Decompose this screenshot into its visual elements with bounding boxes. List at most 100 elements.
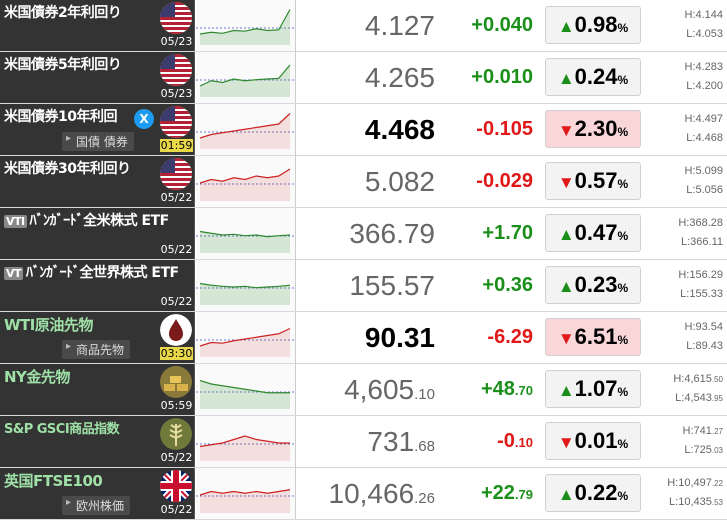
category-tag[interactable]: 欧州株価 xyxy=(62,496,131,515)
row-name[interactable]: VTI ﾊﾞﾝｶﾞｰﾄﾞ全米株式 ETF xyxy=(4,210,169,230)
sparkline-svg xyxy=(196,327,294,357)
sparkline-area xyxy=(200,113,290,149)
sparkline-area xyxy=(200,436,290,461)
up-arrow-icon: ▲ xyxy=(557,69,575,88)
percent-change: ▼0.01% xyxy=(545,422,641,460)
low-value: L:366.11 xyxy=(680,236,723,248)
change: -6.29 xyxy=(487,326,533,348)
table-row[interactable]: 米国債券2年利回り 05/23 4.127 +0.040 ▲0.98% H:4.… xyxy=(0,0,727,52)
market-table: 米国債券2年利回り 05/23 4.127 +0.040 ▲0.98% H:4.… xyxy=(0,0,727,520)
row-name[interactable]: 米国債券2年利回り xyxy=(4,2,122,22)
sparkline-chart[interactable] xyxy=(196,260,296,311)
price: 4,605.10 xyxy=(344,374,435,405)
name-cell[interactable]: VT ﾊﾞﾝｶﾞｰﾄﾞ全世界株式 ETF 05/22 xyxy=(0,260,195,311)
table-row[interactable]: VTI ﾊﾞﾝｶﾞｰﾄﾞ全米株式 ETF 05/22 366.79 +1.70 ▲… xyxy=(0,208,727,260)
change: +22.79 xyxy=(480,482,533,504)
low-value: L:155.33 xyxy=(680,288,723,300)
sparkline-svg xyxy=(196,9,294,45)
etf-badge: VT xyxy=(4,267,24,280)
sparkline-chart[interactable] xyxy=(196,416,296,467)
sparkline-svg xyxy=(196,113,294,149)
uk-flag-icon xyxy=(160,470,192,502)
low-value: L:4,543.95 xyxy=(675,392,723,404)
row-name[interactable]: 米国債券30年利回り xyxy=(4,158,131,178)
gold-bars-icon xyxy=(160,366,192,398)
high-low: H:4,615.50 L:4,543.95 xyxy=(646,370,723,408)
row-name[interactable]: 米国債券10年利回 xyxy=(4,106,117,126)
update-time: 05:59 xyxy=(160,399,193,412)
table-row[interactable]: WTI原油先物 商品先物 03:30 90.31 -6.29 ▼6.51% H:… xyxy=(0,312,727,364)
low-value: L:4.053 xyxy=(686,28,723,40)
name-cell[interactable]: 米国債券2年利回り 05/23 xyxy=(0,0,195,51)
name-cell[interactable]: VTI ﾊﾞﾝｶﾞｰﾄﾞ全米株式 ETF 05/22 xyxy=(0,208,195,259)
change: -0.029 xyxy=(476,170,533,192)
up-arrow-icon: ▲ xyxy=(557,485,575,504)
name-cell[interactable]: NY金先物 05:59 xyxy=(0,364,195,415)
price: 4.127 xyxy=(364,10,435,41)
sparkline-svg xyxy=(196,489,294,513)
update-time: 05/22 xyxy=(160,451,193,464)
row-name[interactable]: NY金先物 xyxy=(4,366,70,387)
twitter-icon[interactable]: X xyxy=(134,109,154,129)
up-arrow-icon: ▲ xyxy=(557,225,575,244)
sparkline-chart[interactable] xyxy=(196,208,296,259)
change: +1.70 xyxy=(482,222,533,244)
sparkline-chart[interactable] xyxy=(196,52,296,103)
table-row[interactable]: NY金先物 05:59 4,605.10 +48.70 ▲1.07% H:4,6… xyxy=(0,364,727,416)
sparkline-chart[interactable] xyxy=(196,156,296,207)
category-tag[interactable]: 国債 債券 xyxy=(62,132,134,151)
row-name[interactable]: 米国債券5年利回り xyxy=(4,54,122,74)
price: 10,466.26 xyxy=(328,478,436,509)
name-cell[interactable]: 米国債券10年利回 国債 債券 01:59 xyxy=(0,104,195,155)
us-flag-icon xyxy=(160,54,192,86)
change: -0.10 xyxy=(497,430,533,452)
table-row[interactable]: 米国債券5年利回り 05/23 4.265 +0.010 ▲0.24% H:4.… xyxy=(0,52,727,104)
high-value: H:4.283 xyxy=(684,61,723,73)
sparkline-chart[interactable] xyxy=(196,104,296,155)
high-low: H:93.54 L:89.43 xyxy=(646,318,723,356)
table-row[interactable]: 英国FTSE100 欧州株価 05/22 10,466.26 +22.79 ▲0… xyxy=(0,468,727,520)
down-arrow-icon: ▼ xyxy=(557,329,575,348)
update-time: 05/23 xyxy=(160,35,193,48)
row-name[interactable]: VT ﾊﾞﾝｶﾞｰﾄﾞ全世界株式 ETF xyxy=(4,262,179,282)
table-row[interactable]: S&P GSCI商品指数 05/22 731.68 -0.10 ▼0.01% H… xyxy=(0,416,727,468)
category-tag[interactable]: 商品先物 xyxy=(62,340,131,359)
high-value: H:156.29 xyxy=(678,269,723,281)
row-name[interactable]: 英国FTSE100 xyxy=(4,470,103,491)
sparkline-chart[interactable] xyxy=(196,0,296,51)
update-time: 03:30 xyxy=(160,347,193,360)
sparkline-chart[interactable] xyxy=(196,468,296,519)
high-low: H:741.27 L:725.03 xyxy=(646,422,723,460)
percent-change: ▲1.07% xyxy=(545,370,641,408)
sparkline-area xyxy=(200,169,290,201)
row-name[interactable]: S&P GSCI商品指数 xyxy=(4,418,120,437)
name-cell[interactable]: 英国FTSE100 欧州株価 05/22 xyxy=(0,468,195,519)
price: 5.082 xyxy=(364,166,435,197)
row-name[interactable]: WTI原油先物 xyxy=(4,314,93,335)
sparkline-chart[interactable] xyxy=(196,364,296,415)
high-low: H:4.283 L:4.200 xyxy=(646,58,723,96)
sparkline-line xyxy=(199,9,291,35)
high-value: H:4.144 xyxy=(684,9,723,21)
up-arrow-icon: ▲ xyxy=(557,381,575,400)
down-arrow-icon: ▼ xyxy=(557,173,575,192)
us-flag-icon xyxy=(160,2,192,34)
name-cell[interactable]: WTI原油先物 商品先物 03:30 xyxy=(0,312,195,363)
down-arrow-icon: ▼ xyxy=(557,433,575,452)
price: 731.68 xyxy=(367,426,435,457)
sparkline-chart[interactable] xyxy=(196,312,296,363)
price: 366.79 xyxy=(349,218,435,249)
us-flag-icon xyxy=(160,106,192,138)
change: -0.105 xyxy=(476,118,533,140)
table-row[interactable]: 米国債券10年利回 国債 債券 01:59 4.468 -0.105 ▼2.30… xyxy=(0,104,727,156)
percent-change: ▲0.47% xyxy=(545,214,641,252)
wheat-icon xyxy=(160,418,192,450)
price: 4.468 xyxy=(364,114,435,145)
high-value: H:4.497 xyxy=(684,113,723,125)
name-cell[interactable]: S&P GSCI商品指数 05/22 xyxy=(0,416,195,467)
table-row[interactable]: VT ﾊﾞﾝｶﾞｰﾄﾞ全世界株式 ETF 05/22 155.57 +0.36 ▲… xyxy=(0,260,727,312)
name-cell[interactable]: 米国債券30年利回り 05/22 xyxy=(0,156,195,207)
name-cell[interactable]: 米国債券5年利回り 05/23 xyxy=(0,52,195,103)
high-low: H:368.28 L:366.11 xyxy=(646,214,723,252)
table-row[interactable]: 米国債券30年利回り 05/22 5.082 -0.029 ▼0.57% H:5… xyxy=(0,156,727,208)
